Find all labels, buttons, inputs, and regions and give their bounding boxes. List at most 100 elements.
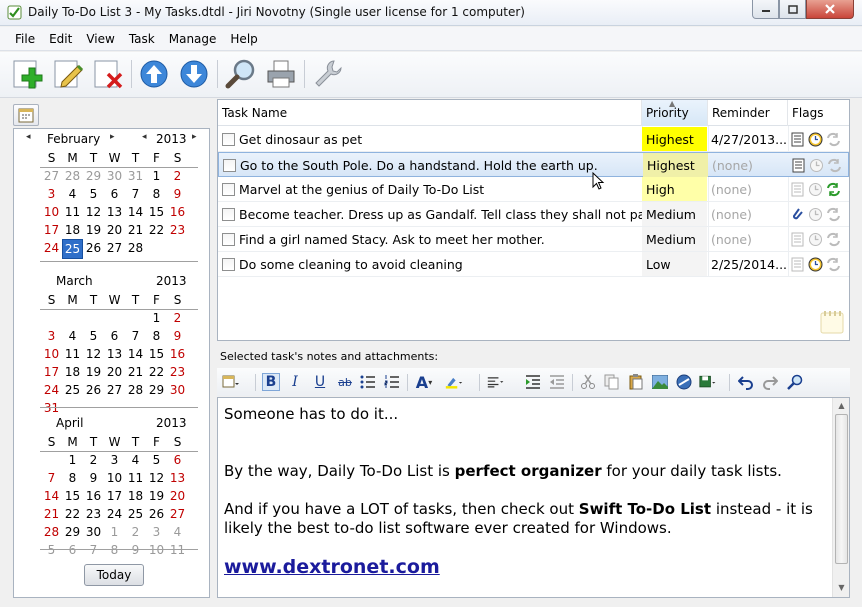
repeat-icon[interactable] bbox=[826, 132, 841, 147]
minimize-button[interactable] bbox=[752, 0, 779, 19]
menu-task[interactable]: Task bbox=[122, 28, 162, 50]
calendar-day[interactable]: 2 bbox=[83, 451, 104, 469]
calendar-day[interactable]: 1 bbox=[62, 451, 83, 469]
task-priority[interactable]: Low bbox=[642, 252, 707, 276]
calendar-day[interactable]: 7 bbox=[125, 185, 146, 203]
calendar-day[interactable]: 10 bbox=[146, 541, 167, 559]
repeat-icon[interactable] bbox=[826, 207, 841, 222]
calendar-day[interactable]: 18 bbox=[125, 487, 146, 505]
calendar-day[interactable]: 30 bbox=[104, 167, 125, 185]
calendar-day[interactable]: 27 bbox=[104, 239, 125, 257]
calendar-day[interactable]: 4 bbox=[62, 185, 83, 203]
today-button[interactable]: Today bbox=[84, 564, 144, 586]
calendar-day[interactable]: 10 bbox=[41, 345, 62, 363]
calendar-day[interactable]: 3 bbox=[146, 523, 167, 541]
calendar-day[interactable]: 14 bbox=[41, 487, 62, 505]
calendar-day[interactable]: 3 bbox=[104, 451, 125, 469]
calendar-day[interactable]: 5 bbox=[83, 327, 104, 345]
maximize-button[interactable] bbox=[779, 0, 806, 19]
calendar-day[interactable]: 23 bbox=[167, 363, 188, 381]
calendar-day[interactable]: 10 bbox=[41, 203, 62, 221]
menu-edit[interactable]: Edit bbox=[42, 28, 79, 50]
notes-icon[interactable] bbox=[790, 182, 805, 197]
calendar-day[interactable]: 14 bbox=[125, 345, 146, 363]
task-row[interactable]: Marvel at the genius of Daily To-Do List… bbox=[218, 177, 849, 202]
calendar-day[interactable]: 22 bbox=[146, 363, 167, 381]
add-task-button[interactable] bbox=[10, 57, 44, 91]
calendar-day[interactable]: 22 bbox=[62, 505, 83, 523]
strikethrough-button[interactable]: ab bbox=[336, 373, 354, 391]
calendar-day[interactable]: 13 bbox=[167, 469, 188, 487]
calendar-day[interactable]: 27 bbox=[167, 505, 188, 523]
menu-help[interactable]: Help bbox=[223, 28, 264, 50]
delete-task-button[interactable] bbox=[91, 57, 125, 91]
column-header-reminder[interactable]: Reminder bbox=[708, 100, 788, 126]
calendar-day[interactable]: 26 bbox=[83, 239, 104, 257]
bullet-list-button[interactable] bbox=[359, 373, 377, 391]
calendar-day[interactable]: 9 bbox=[167, 185, 188, 203]
column-header-priority[interactable]: ▲ Priority bbox=[642, 99, 708, 126]
calendar-day[interactable]: 28 bbox=[41, 523, 62, 541]
calendar-day[interactable]: 6 bbox=[62, 541, 83, 559]
calendar-day[interactable]: 29 bbox=[146, 381, 167, 399]
indent-button[interactable] bbox=[524, 373, 542, 391]
calendar-day[interactable]: 5 bbox=[83, 185, 104, 203]
calendar-day[interactable]: 29 bbox=[83, 167, 104, 185]
scroll-down-arrow-icon[interactable]: ▼ bbox=[835, 581, 848, 595]
prev-year-arrow-icon[interactable]: ◂ bbox=[142, 132, 147, 142]
calendar-day[interactable]: 6 bbox=[104, 185, 125, 203]
calendar-day[interactable]: 12 bbox=[83, 203, 104, 221]
calendar-day[interactable]: 20 bbox=[104, 363, 125, 381]
calendar-day[interactable]: 26 bbox=[83, 381, 104, 399]
calendar-day[interactable]: 15 bbox=[146, 203, 167, 221]
calendar-day[interactable]: 26 bbox=[146, 505, 167, 523]
calendar-day[interactable]: 21 bbox=[125, 363, 146, 381]
task-row[interactable]: Find a girl named Stacy. Ask to meet her… bbox=[218, 227, 849, 252]
calendar-day[interactable]: 3 bbox=[41, 185, 62, 203]
calendar-day[interactable]: 20 bbox=[104, 221, 125, 239]
task-reminder[interactable]: 4/27/2013... bbox=[711, 127, 786, 152]
calendar-day[interactable]: 1 bbox=[104, 523, 125, 541]
outdent-button[interactable] bbox=[548, 373, 566, 391]
clock-icon[interactable] bbox=[808, 182, 823, 197]
calendar-day[interactable]: 28 bbox=[125, 381, 146, 399]
calendar-day[interactable]: 30 bbox=[167, 381, 188, 399]
calendar-day[interactable]: 8 bbox=[104, 541, 125, 559]
calendar-day[interactable]: 12 bbox=[83, 345, 104, 363]
calendar-day[interactable]: 30 bbox=[83, 523, 104, 541]
calendar-day[interactable]: 27 bbox=[104, 381, 125, 399]
calendar-day[interactable]: 7 bbox=[83, 541, 104, 559]
calendar-day[interactable]: 15 bbox=[146, 345, 167, 363]
task-priority[interactable]: Highest bbox=[642, 127, 707, 151]
calendar-day[interactable]: 1 bbox=[146, 167, 167, 185]
task-priority[interactable]: Medium bbox=[642, 202, 707, 226]
attachment-icon[interactable] bbox=[790, 207, 805, 222]
settings-button[interactable] bbox=[311, 57, 345, 91]
next-year-arrow-icon[interactable]: ▸ bbox=[192, 132, 197, 142]
task-complete-checkbox[interactable] bbox=[222, 233, 235, 246]
save-attachment-button[interactable] bbox=[699, 373, 717, 391]
calendar-day[interactable]: 17 bbox=[41, 363, 62, 381]
repeat-icon[interactable] bbox=[826, 232, 841, 247]
month-name[interactable]: February bbox=[47, 132, 100, 146]
calendar-day[interactable]: 11 bbox=[62, 203, 83, 221]
calendar-day[interactable]: 2 bbox=[167, 167, 188, 185]
task-complete-checkbox[interactable] bbox=[222, 208, 235, 221]
clock-icon[interactable] bbox=[808, 257, 823, 272]
calendar-day[interactable]: 4 bbox=[62, 327, 83, 345]
calendar-day[interactable]: 20 bbox=[167, 487, 188, 505]
insert-date-button[interactable] bbox=[222, 373, 240, 391]
task-priority[interactable]: High bbox=[642, 177, 707, 201]
move-up-button[interactable] bbox=[137, 57, 171, 91]
calendar-day[interactable]: 3 bbox=[41, 327, 62, 345]
search-button[interactable] bbox=[224, 57, 258, 91]
scroll-thumb[interactable] bbox=[835, 414, 848, 564]
calendar-day[interactable]: 9 bbox=[83, 469, 104, 487]
scroll-up-arrow-icon[interactable]: ▲ bbox=[835, 399, 848, 413]
paste-button[interactable] bbox=[627, 373, 645, 391]
calendar-day[interactable]: 23 bbox=[167, 221, 188, 239]
calendar-day[interactable]: 28 bbox=[125, 239, 146, 257]
bold-button[interactable]: B bbox=[262, 373, 280, 391]
task-complete-checkbox[interactable] bbox=[223, 159, 236, 172]
calendar-day[interactable]: 14 bbox=[125, 203, 146, 221]
